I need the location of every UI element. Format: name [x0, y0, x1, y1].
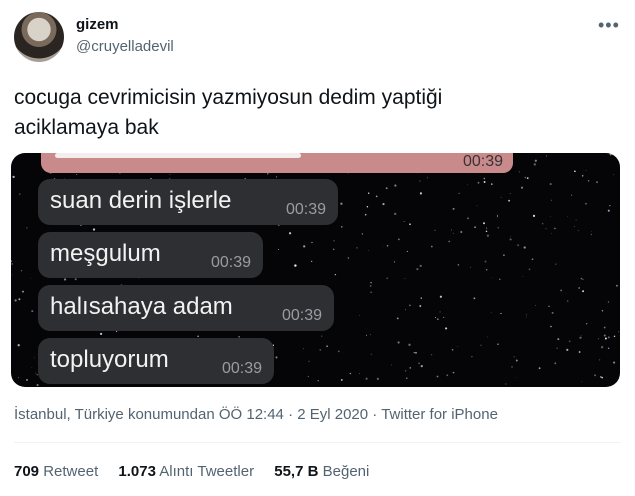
tweet-meta: İstanbul, Türkiye konumundan ÖÖ 12:44 · … [14, 406, 498, 423]
likes-stat[interactable]: 55,7 B Beğeni [274, 463, 369, 480]
user-handle[interactable]: @cruyelladevil [76, 38, 174, 55]
retweets-stat[interactable]: 709 Retweet [14, 463, 98, 480]
message-time: 00:39 [285, 201, 326, 218]
message-time: 00:39 [210, 254, 251, 271]
chat-bubble: meşgulum 00:39 [38, 232, 263, 278]
chat-bubble: suan derin işlerle 00:39 [38, 179, 338, 225]
chat-bubble: topluyorum 00:39 [38, 338, 274, 384]
avatar[interactable] [14, 12, 64, 62]
chat-bubble-top: 00:39 [41, 153, 513, 173]
more-horizontal-icon[interactable]: ••• [598, 15, 620, 36]
location-time[interactable]: İstanbul, Türkiye konumundan ÖÖ 12:44 [14, 406, 284, 423]
tweet-media-image[interactable]: 00:39 suan derin işlerle 00:39 meşgulum … [11, 153, 620, 387]
tweet-source[interactable]: Twitter for iPhone [381, 406, 498, 423]
separator: · [372, 406, 378, 423]
message-text: topluyorum [50, 346, 169, 373]
user-name[interactable]: gizem [76, 16, 119, 33]
divider [14, 442, 621, 443]
message-text: meşgulum [50, 240, 161, 267]
chat-bubble: halısahaya adam 00:39 [38, 285, 334, 331]
tweet-text-line: cocuga cevrimicisin yazmiyosun dedim yap… [14, 86, 443, 109]
message-time: 00:39 [281, 307, 322, 324]
tweet-date[interactable]: 2 Eyl 2020 [297, 406, 368, 423]
tweet-text: cocuga cevrimicisin yazmiyosun dedim yap… [14, 83, 574, 143]
message-text: halısahaya adam [50, 293, 233, 320]
message-time: 00:39 [221, 360, 262, 377]
message-text: suan derin işlerle [50, 187, 232, 214]
separator: · [288, 406, 294, 423]
quote-tweets-stat[interactable]: 1.073 Alıntı Tweetler [118, 463, 254, 480]
tweet-stats: 709 Retweet 1.073 Alıntı Tweetler 55,7 B… [14, 463, 385, 480]
tweet-text-line: aciklamaya bak [14, 116, 159, 139]
message-time: 00:39 [462, 153, 503, 170]
